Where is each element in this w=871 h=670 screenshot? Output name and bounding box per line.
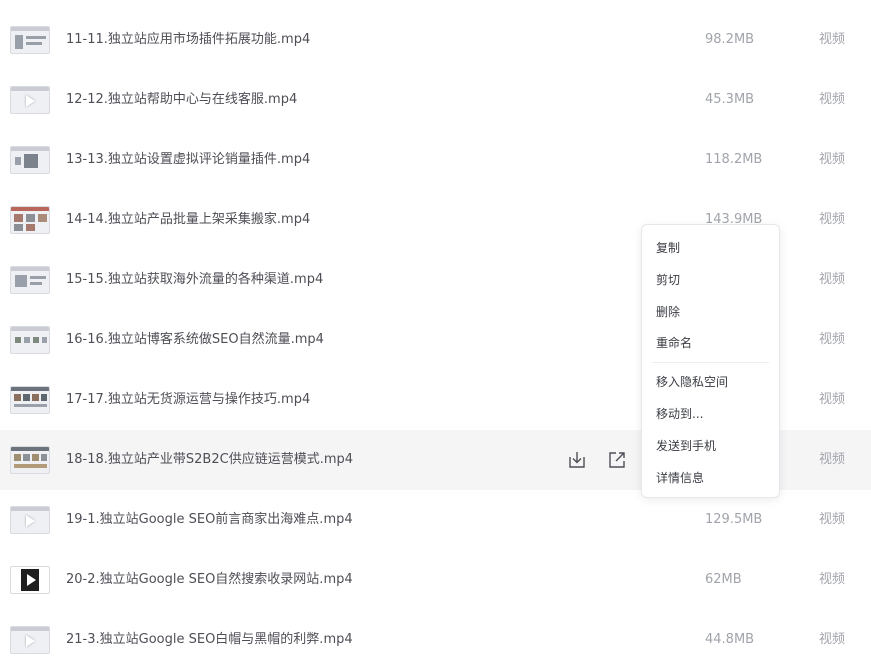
menu-item-rename[interactable]: 重命名 (642, 329, 779, 357)
file-name[interactable]: 18-18.独立站产业带S2B2C供应链运营模式.mp4 (66, 450, 353, 470)
video-thumbnail (10, 146, 50, 174)
file-row[interactable]: 19-1.独立站Google SEO前言商家出海难点.mp4 129.5MB 视… (0, 490, 871, 550)
file-size: 98.2MB (705, 32, 755, 47)
menu-item-send-to-phone[interactable]: 发送到手机 (642, 432, 779, 460)
context-menu: 复制 剪切 删除 重命名 移入隐私空间 移动到... 发送到手机 详情信息 (641, 224, 780, 498)
file-row[interactable]: 21-3.独立站Google SEO白帽与黑帽的利弊.mp4 44.8MB 视频 (0, 610, 871, 670)
file-type: 视频 (819, 452, 846, 467)
file-size: 62MB (705, 572, 742, 587)
file-size: 45.3MB (705, 92, 755, 107)
play-icon (27, 574, 36, 586)
menu-item-move-to[interactable]: 移动到... (642, 400, 779, 428)
file-type: 视频 (819, 272, 846, 287)
menu-item-delete[interactable]: 删除 (642, 298, 779, 326)
menu-divider (652, 362, 769, 363)
play-icon (26, 515, 35, 527)
file-name[interactable]: 14-14.独立站产品批量上架采集搬家.mp4 (66, 210, 310, 230)
file-size: 129.5MB (705, 512, 763, 527)
video-thumbnail (10, 266, 50, 294)
file-size: 44.8MB (705, 632, 755, 647)
file-type: 视频 (819, 92, 846, 107)
video-thumbnail (10, 206, 50, 234)
download-icon[interactable] (566, 449, 588, 471)
file-type: 视频 (819, 332, 846, 347)
file-type: 视频 (819, 632, 846, 647)
file-type: 视频 (819, 392, 846, 407)
file-name[interactable]: 20-2.独立站Google SEO自然搜索收录网站.mp4 (66, 570, 353, 590)
file-row[interactable]: 12-12.独立站帮助中心与在线客服.mp4 45.3MB 视频 (0, 70, 871, 130)
file-row[interactable]: 11-11.独立站应用市场插件拓展功能.mp4 98.2MB 视频 (0, 10, 871, 70)
video-thumbnail (10, 506, 50, 534)
file-name[interactable]: 19-1.独立站Google SEO前言商家出海难点.mp4 (66, 510, 353, 530)
file-row[interactable]: 13-13.独立站设置虚拟评论销量插件.mp4 118.2MB 视频 (0, 130, 871, 190)
menu-item-details[interactable]: 详情信息 (642, 464, 779, 492)
file-name[interactable]: 21-3.独立站Google SEO白帽与黑帽的利弊.mp4 (66, 630, 353, 650)
video-thumbnail (10, 326, 50, 354)
video-thumbnail (10, 86, 50, 114)
menu-item-cut[interactable]: 剪切 (642, 266, 779, 294)
menu-item-copy[interactable]: 复制 (642, 234, 779, 262)
file-name[interactable]: 16-16.独立站博客系统做SEO自然流量.mp4 (66, 330, 324, 350)
video-thumbnail (10, 446, 50, 474)
video-thumbnail (10, 26, 50, 54)
menu-item-move-to-private[interactable]: 移入隐私空间 (642, 368, 779, 396)
file-name[interactable]: 13-13.独立站设置虚拟评论销量插件.mp4 (66, 150, 310, 170)
file-name[interactable]: 11-11.独立站应用市场插件拓展功能.mp4 (66, 30, 310, 50)
file-name[interactable]: 12-12.独立站帮助中心与在线客服.mp4 (66, 90, 297, 110)
file-type: 视频 (819, 152, 846, 167)
play-icon (26, 95, 35, 107)
video-thumbnail (10, 566, 50, 594)
file-type: 视频 (819, 32, 846, 47)
play-icon (26, 635, 35, 647)
video-thumbnail (10, 626, 50, 654)
file-name[interactable]: 17-17.独立站无货源运营与操作技巧.mp4 (66, 390, 310, 410)
file-type: 视频 (819, 512, 846, 527)
file-row[interactable]: 20-2.独立站Google SEO自然搜索收录网站.mp4 62MB 视频 (0, 550, 871, 610)
video-thumbnail (10, 386, 50, 414)
file-size: 118.2MB (705, 152, 763, 167)
file-name[interactable]: 15-15.独立站获取海外流量的各种渠道.mp4 (66, 270, 323, 290)
share-icon[interactable] (606, 449, 628, 471)
file-type: 视频 (819, 212, 846, 227)
file-type: 视频 (819, 572, 846, 587)
